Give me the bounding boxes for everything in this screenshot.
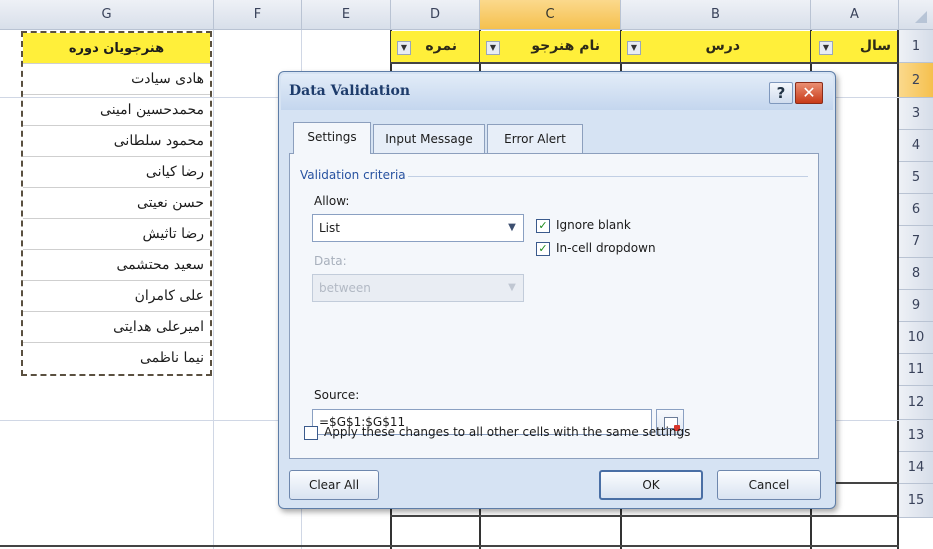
row-header-13[interactable]: 13 <box>899 420 933 452</box>
header-label-b: درس <box>705 38 740 54</box>
source-label: Source: <box>314 388 360 402</box>
row-header-4[interactable]: 4 <box>899 130 933 162</box>
header-cell-c1[interactable]: نام هنرجو ▼ <box>480 31 620 62</box>
gridline <box>213 30 214 549</box>
help-button[interactable]: ? <box>769 82 793 104</box>
apply-all-label: Apply these changes to all other cells w… <box>324 425 691 439</box>
gridline <box>390 515 899 517</box>
apply-all-checkbox[interactable] <box>304 426 318 440</box>
column-header-b[interactable]: B <box>621 0 811 30</box>
dialog-title: Data Validation <box>289 83 411 99</box>
allow-select[interactable]: List ▼ <box>312 214 524 242</box>
student-cell[interactable]: حسن نعیتی <box>23 188 210 219</box>
in-cell-dropdown-checkbox[interactable]: ✓ <box>536 242 550 256</box>
validation-criteria-label: Validation criteria <box>300 168 406 182</box>
student-cell[interactable]: نیما ناظمی <box>23 343 210 374</box>
row-header-6[interactable]: 6 <box>899 194 933 226</box>
dialog-titlebar[interactable]: Data Validation ? ✕ <box>281 74 833 110</box>
student-cell[interactable]: امیرعلی هدایتی <box>23 312 210 343</box>
row-header-2[interactable]: 2 <box>899 63 933 98</box>
row-header-14[interactable]: 14 <box>899 452 933 484</box>
ok-button[interactable]: OK <box>599 470 703 500</box>
chevron-down-icon: ▼ <box>508 222 516 233</box>
gridline <box>390 62 899 64</box>
student-cell[interactable]: هادی سیادت <box>23 64 210 95</box>
row-header-11[interactable]: 11 <box>899 354 933 386</box>
filter-dropdown-icon[interactable]: ▼ <box>627 41 641 55</box>
header-cell-d1[interactable]: نمره ▼ <box>391 31 479 62</box>
header-label-c: نام هنرجو <box>531 38 600 54</box>
gridline <box>0 545 899 547</box>
row-header-5[interactable]: 5 <box>899 162 933 194</box>
student-cell[interactable]: محمدحسین امینی <box>23 95 210 126</box>
filter-dropdown-icon[interactable]: ▼ <box>397 41 411 55</box>
tab-error-alert[interactable]: Error Alert <box>487 124 583 154</box>
header-label-a: سال <box>859 38 891 54</box>
row-header-3[interactable]: 3 <box>899 98 933 130</box>
student-cell[interactable]: علی کامران <box>23 281 210 312</box>
column-header-g[interactable]: G <box>0 0 214 30</box>
row-header-15[interactable]: 15 <box>899 484 933 518</box>
data-label: Data: <box>314 254 347 268</box>
clear-all-button[interactable]: Clear All <box>289 470 379 500</box>
close-button[interactable]: ✕ <box>795 82 823 104</box>
header-label-d: نمره <box>425 38 457 54</box>
allow-value: List <box>319 221 340 235</box>
row-header-9[interactable]: 9 <box>899 290 933 322</box>
data-value: between <box>319 281 371 295</box>
column-header-d[interactable]: D <box>391 0 480 30</box>
students-header-cell[interactable]: هنرجویان دوره <box>23 33 210 64</box>
student-cell[interactable]: سعید محتشمی <box>23 250 210 281</box>
allow-label: Allow: <box>314 194 350 208</box>
settings-panel: Validation criteria Allow: List ▼ ✓ Igno… <box>289 153 819 459</box>
row-header-8[interactable]: 8 <box>899 258 933 290</box>
student-cell[interactable]: رضا کیانی <box>23 157 210 188</box>
column-header-a[interactable]: A <box>811 0 899 30</box>
students-range: هنرجویان دوره هادی سیادت محمدحسین امینی … <box>21 31 212 376</box>
ignore-blank-checkbox[interactable]: ✓ <box>536 219 550 233</box>
tab-settings[interactable]: Settings <box>293 122 371 154</box>
chevron-down-icon: ▼ <box>508 282 516 293</box>
ignore-blank-label: Ignore blank <box>556 218 631 232</box>
row-header-7[interactable]: 7 <box>899 226 933 258</box>
gridline <box>897 30 899 549</box>
tab-input-message[interactable]: Input Message <box>373 124 485 154</box>
column-header-c[interactable]: C <box>480 0 621 30</box>
header-cell-a1[interactable]: سال ▼ <box>811 31 897 62</box>
header-cell-b1[interactable]: درس ▼ <box>621 31 810 62</box>
cancel-button[interactable]: Cancel <box>717 470 821 500</box>
column-header-f[interactable]: F <box>214 0 302 30</box>
student-cell[interactable]: محمود سلطانی <box>23 126 210 157</box>
group-divider <box>408 176 808 177</box>
column-header-e[interactable]: E <box>302 0 391 30</box>
data-select: between ▼ <box>312 274 524 302</box>
row-header-10[interactable]: 10 <box>899 322 933 354</box>
filter-dropdown-icon[interactable]: ▼ <box>486 41 500 55</box>
select-all-corner[interactable] <box>899 0 933 30</box>
filter-dropdown-icon[interactable]: ▼ <box>819 41 833 55</box>
data-validation-dialog: Data Validation ? ✕ Settings Input Messa… <box>278 71 836 509</box>
student-cell[interactable]: رضا تاثیش <box>23 219 210 250</box>
row-header-1[interactable]: 1 <box>899 30 933 63</box>
row-header-12[interactable]: 12 <box>899 386 933 420</box>
in-cell-dropdown-label: In-cell dropdown <box>556 241 656 255</box>
